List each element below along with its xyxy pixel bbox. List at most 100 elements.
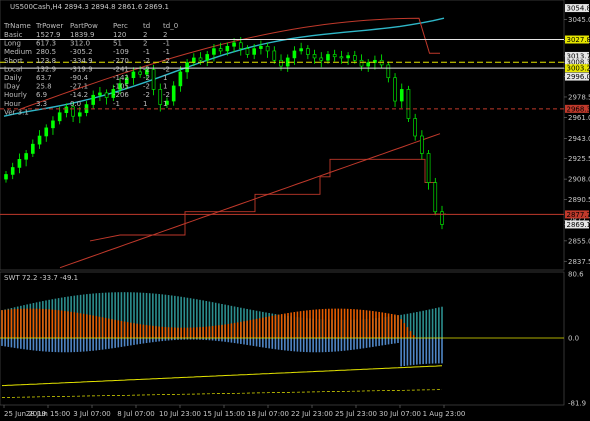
table-cell: 1839.9 [70,31,95,39]
candle-body [232,42,236,47]
table-cell: -105 [113,83,129,91]
table-cell: -319.9 [70,65,93,73]
table-cell: -2 [143,57,150,65]
candle-body [399,89,404,102]
y-tick-label: 2890.5 [568,196,590,204]
y-tick-label: 2925.5 [568,155,590,163]
candle-body [352,55,357,61]
y-tick-label: 2908.0 [568,176,590,184]
table-cell: 51 [113,40,122,48]
table-cell: 132.9 [36,65,56,73]
x-tick-label: 8 Jul 07:00 [117,410,155,418]
x-tick-label: 10 Jul 23:00 [159,410,201,418]
candle-body [393,77,397,102]
table-cell: 123.8 [36,57,56,65]
y-tick-label: 2855.0 [568,237,590,245]
table-cell: -2 [143,65,150,73]
candle-body [332,54,337,58]
table-header-cell: td_0 [163,22,178,30]
candle-body [205,54,210,61]
table-header-cell: TrName [3,22,31,30]
table-cell: Hour [4,100,21,108]
price-badge-label: 3054.8 [567,5,590,13]
table-cell: 2 [163,31,167,39]
price-badge-label: 2869.1 [567,221,590,229]
price-badge-label: 3027.8 [567,36,590,44]
candle-body [104,92,109,98]
candle-body [24,153,28,160]
candle-body [17,159,22,168]
table-cell: -2 [143,74,150,82]
table-cell: -206 [113,91,129,99]
candle-body [10,167,15,175]
table-cell: Hourly [4,91,27,99]
x-tick-label: 22 Jul 23:00 [291,410,333,418]
table-cell: 120 [113,31,126,39]
candle-body [185,62,189,73]
chart-title: US500Cash,H4 2894.3 2894.8 2861.6 2869.1 [10,3,169,11]
table-cell: IDay [4,83,20,91]
table-cell: 280.5 [36,48,56,56]
table-cell: -1 [163,48,170,56]
y-tick-label: 2837.5 [568,258,590,266]
table-cell: -1 [143,48,150,56]
candle-body [151,69,156,90]
candle-body [225,45,230,52]
candle-body [158,89,163,105]
swt-y-tick-label: 80.6 [568,271,584,279]
table-cell: -2 [163,65,170,73]
table-cell: 312.0 [70,40,90,48]
table-cell: 1 [163,74,167,82]
indicator-title: SWT 72.2 -33.7 -49.1 [4,274,78,282]
table-cell: 6.9 [36,91,47,99]
table-cell: -241 [113,65,129,73]
candle-body [433,182,438,213]
table-cell: -2 [143,91,150,99]
table-cell: 25.8 [36,83,52,91]
y-tick-label: 2943.0 [568,135,590,143]
table-cell: 1 [163,83,167,91]
candle-body [131,71,136,79]
table-cell: -14.2 [70,91,88,99]
candle-body [406,89,411,119]
candle-body [44,127,49,137]
price-badge-label: 2968.3 [567,105,590,113]
candle-body [238,42,243,49]
table-cell: -305.2 [70,48,93,56]
candle-body [138,71,142,75]
table-cell: -1 [113,100,120,108]
y-tick-label: 3045.0 [568,16,590,24]
table-cell: Short [4,57,23,65]
swt-y-tick-label: 0.0 [568,334,579,342]
x-tick-label: 30 Jul 07:00 [379,410,421,418]
table-cell: Long [4,40,21,48]
table-cell: -27.1 [70,83,88,91]
table-cell: -109 [113,48,129,56]
table-cell: -1 [163,40,170,48]
candle-body [292,50,297,59]
candle-body [346,55,350,59]
table-cell: -2 [163,91,170,99]
price-badge-label: 2877.7 [567,211,590,219]
table-header-cell: td [143,22,150,30]
table-cell: -142 [113,74,129,82]
candle-body [420,135,424,154]
candle-body [312,54,317,59]
table-cell: 3.3 [36,100,47,108]
candle-body [426,153,431,183]
table-cell: Local [4,65,22,73]
candle-body [252,48,256,55]
table-cell: 1527.9 [36,31,61,39]
candle-body [171,85,176,102]
candle-body [57,112,62,122]
candle-body [386,64,391,79]
candle-body [366,62,371,67]
x-tick-label: 3 Jul 07:00 [73,410,111,418]
candle-body [279,59,283,67]
candle-body [413,118,417,137]
table-cell: -334.9 [70,57,93,65]
swt-y-tick-label: -81.9 [568,400,586,408]
x-tick-label: 28 Jun 15:00 [26,410,70,418]
candle-body [319,57,324,61]
y-tick-label: 2961.0 [568,114,590,122]
